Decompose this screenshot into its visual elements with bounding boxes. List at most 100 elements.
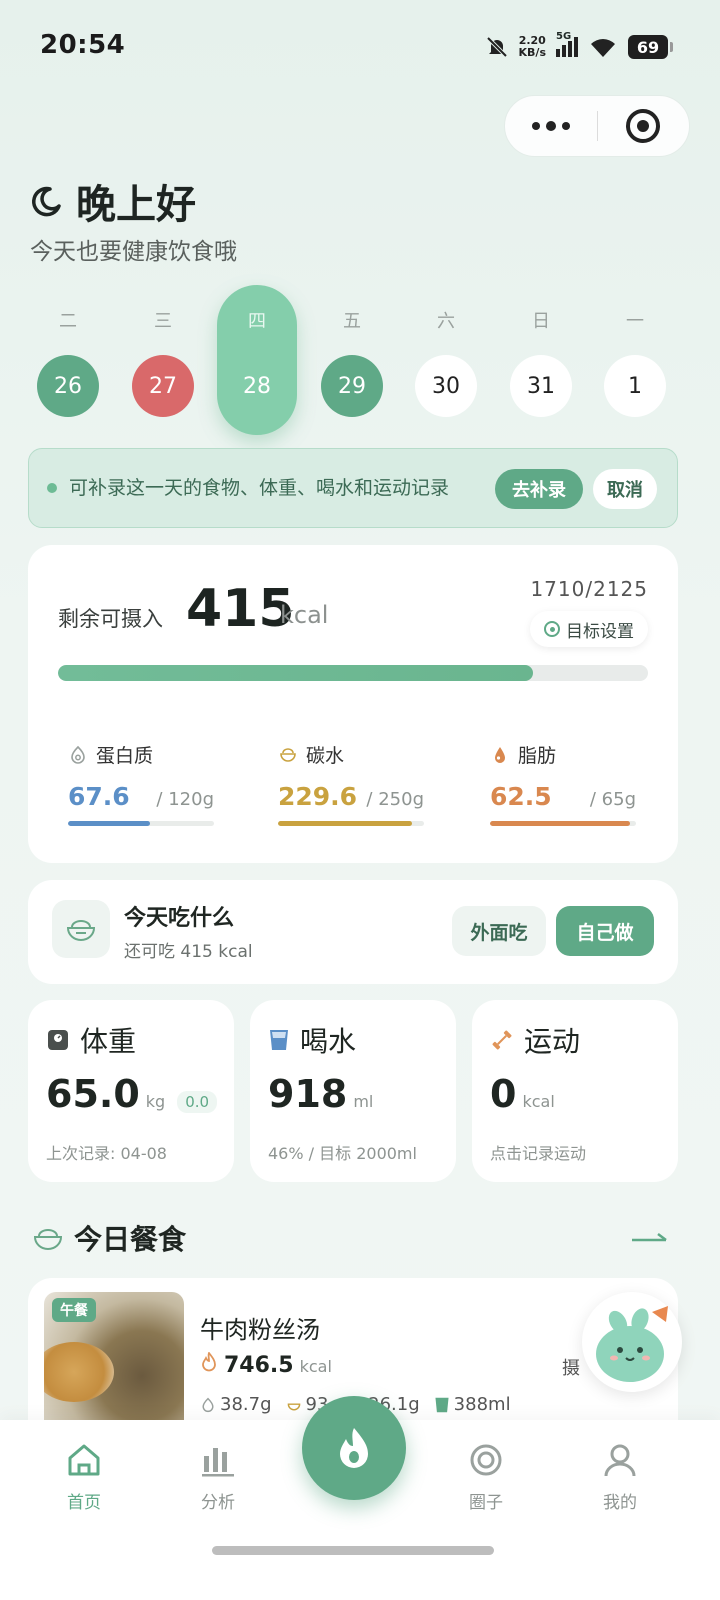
close-miniapp-button[interactable] <box>598 96 690 156</box>
goal-settings-button[interactable]: 目标设置 <box>530 611 648 647</box>
calorie-progress-bar <box>58 665 648 681</box>
date-number: 27 <box>132 355 194 417</box>
macro-progress-fill <box>278 821 413 826</box>
arrow-right-icon[interactable] <box>630 1226 670 1246</box>
tab-label: 我的 <box>603 1493 637 1513</box>
macro-target: / 65g <box>589 789 636 810</box>
day-27[interactable]: 三 27 <box>123 285 203 435</box>
dumbbell-icon <box>492 1030 512 1050</box>
date-number: 1 <box>604 355 666 417</box>
circle-icon <box>470 1444 502 1476</box>
macro-value: 229.6 <box>278 782 358 811</box>
flame-icon <box>340 1428 368 1468</box>
moon-icon <box>32 186 61 217</box>
date-number: 26 <box>37 355 99 417</box>
home-icon <box>68 1444 100 1476</box>
water-value: 918 <box>268 1072 348 1116</box>
meal-kcal-unit: kcal <box>299 1357 332 1376</box>
more-dots-icon <box>531 121 570 131</box>
day-29[interactable]: 五 29 <box>312 285 392 435</box>
miniapp-capsule <box>504 95 690 157</box>
target-icon <box>626 109 661 143</box>
tab-label: 首页 <box>67 1493 101 1513</box>
tab-profile[interactable]: 我的 <box>570 1440 670 1513</box>
weekday-label: 二 <box>59 311 77 332</box>
battery-icon: 69 <box>628 35 673 59</box>
tab-analysis[interactable]: 分析 <box>168 1440 268 1513</box>
bowl-icon <box>52 900 110 958</box>
home-indicator <box>212 1546 494 1555</box>
exercise-card[interactable]: 运动 0 kcal 点击记录运动 <box>472 1000 678 1182</box>
cook-self-button[interactable]: 自己做 <box>556 906 654 956</box>
day-1[interactable]: 一 1 <box>595 285 675 435</box>
tab-circle[interactable]: 圈子 <box>436 1440 536 1513</box>
meal-photo: 午餐 <box>44 1292 184 1432</box>
macro-value: 67.6 <box>68 782 130 811</box>
macro-value: 62.5 <box>490 782 552 811</box>
water-title: 喝水 <box>300 1025 357 1058</box>
macro-progress-fill <box>490 821 631 826</box>
calorie-ratio: 1710/2125 <box>530 577 648 601</box>
what-to-eat-title: 今天吃什么 <box>124 906 235 931</box>
profile-icon <box>604 1444 636 1477</box>
macro-carb: 碳水 229.6 / 250g <box>278 741 458 826</box>
macro-progress-fill <box>68 821 151 826</box>
more-button[interactable] <box>505 96 597 156</box>
day-30[interactable]: 六 30 <box>406 285 486 435</box>
cancel-button[interactable]: 取消 <box>593 469 657 509</box>
what-to-eat-subtitle: 还可吃 415 kcal <box>124 942 253 962</box>
backfill-text: 可补录这一天的食物、体重、喝水和运动记录 <box>69 476 450 499</box>
macro-fat: 脂肪 62.5 / 65g <box>490 741 670 826</box>
bowl-icon <box>33 1229 63 1250</box>
mascot-assistant[interactable] <box>582 1292 682 1392</box>
calorie-progress-fill <box>58 665 533 681</box>
eat-out-button[interactable]: 外面吃 <box>452 906 546 956</box>
what-to-eat-card[interactable]: 今天吃什么 还可吃 415 kcal 外面吃 自己做 <box>28 880 678 984</box>
net-speed: 2.20 KB/s <box>519 35 546 59</box>
meal-kcal: 746.5 <box>224 1353 294 1378</box>
weekday-label: 日 <box>532 311 550 332</box>
mascot-icon <box>596 1306 668 1382</box>
weekday-label: 六 <box>437 311 455 332</box>
backfill-button[interactable]: 去补录 <box>495 469 583 509</box>
date-number: 30 <box>415 355 477 417</box>
day-28-selected[interactable]: 四 28 <box>217 285 297 435</box>
macro-name: 碳水 <box>306 745 345 767</box>
weight-delta: 0.0 <box>177 1091 218 1113</box>
meal-name: 牛肉粉丝汤 <box>200 1316 320 1344</box>
weight-card[interactable]: 体重 65.0 kg 0.0 上次记录: 04-08 <box>28 1000 234 1182</box>
greeting-title: 晚上好 <box>76 182 196 228</box>
macro-name: 脂肪 <box>518 745 557 767</box>
scale-icon <box>48 1030 68 1050</box>
protein-icon <box>202 1397 214 1412</box>
week-selector: 二 26 三 27 四 28 五 29 六 30 日 31 一 1 <box>22 285 698 440</box>
meal-protein: 38.7g <box>220 1394 272 1415</box>
water-card[interactable]: 喝水 918 ml 46% / 目标 2000ml <box>250 1000 456 1182</box>
weekday-label: 五 <box>343 311 361 332</box>
day-31[interactable]: 日 31 <box>501 285 581 435</box>
meals-header: 今日餐食 <box>32 1218 186 1258</box>
status-icons: 2.20 KB/s 5G 69 <box>485 31 673 62</box>
record-food-button[interactable] <box>302 1396 406 1500</box>
greeting: 晚上好 <box>30 172 196 230</box>
meal-tag: 午餐 <box>52 1298 96 1322</box>
net-speed-unit: KB/s <box>518 46 546 59</box>
day-26[interactable]: 二 26 <box>28 285 108 435</box>
weight-title: 体重 <box>80 1025 137 1058</box>
meal-extra-label: 摄 <box>562 1358 580 1379</box>
tab-home[interactable]: 首页 <box>34 1440 134 1513</box>
remaining-unit: kcal <box>280 601 329 629</box>
date-number: 31 <box>510 355 572 417</box>
target-icon <box>544 621 560 637</box>
goal-settings-label: 目标设置 <box>566 621 634 642</box>
status-time: 20:54 <box>40 30 126 60</box>
carb-icon <box>280 747 296 762</box>
info-dot-icon <box>47 483 57 493</box>
meal-water: 388ml <box>453 1394 511 1415</box>
wifi-icon <box>591 39 615 57</box>
greeting-subtitle: 今天也要健康饮食哦 <box>30 239 237 265</box>
carb-icon <box>287 1402 300 1410</box>
remaining-value: 415 <box>186 579 295 639</box>
mute-bell-icon <box>486 36 507 58</box>
macro-protein: 蛋白质 67.6 / 120g <box>68 741 248 826</box>
